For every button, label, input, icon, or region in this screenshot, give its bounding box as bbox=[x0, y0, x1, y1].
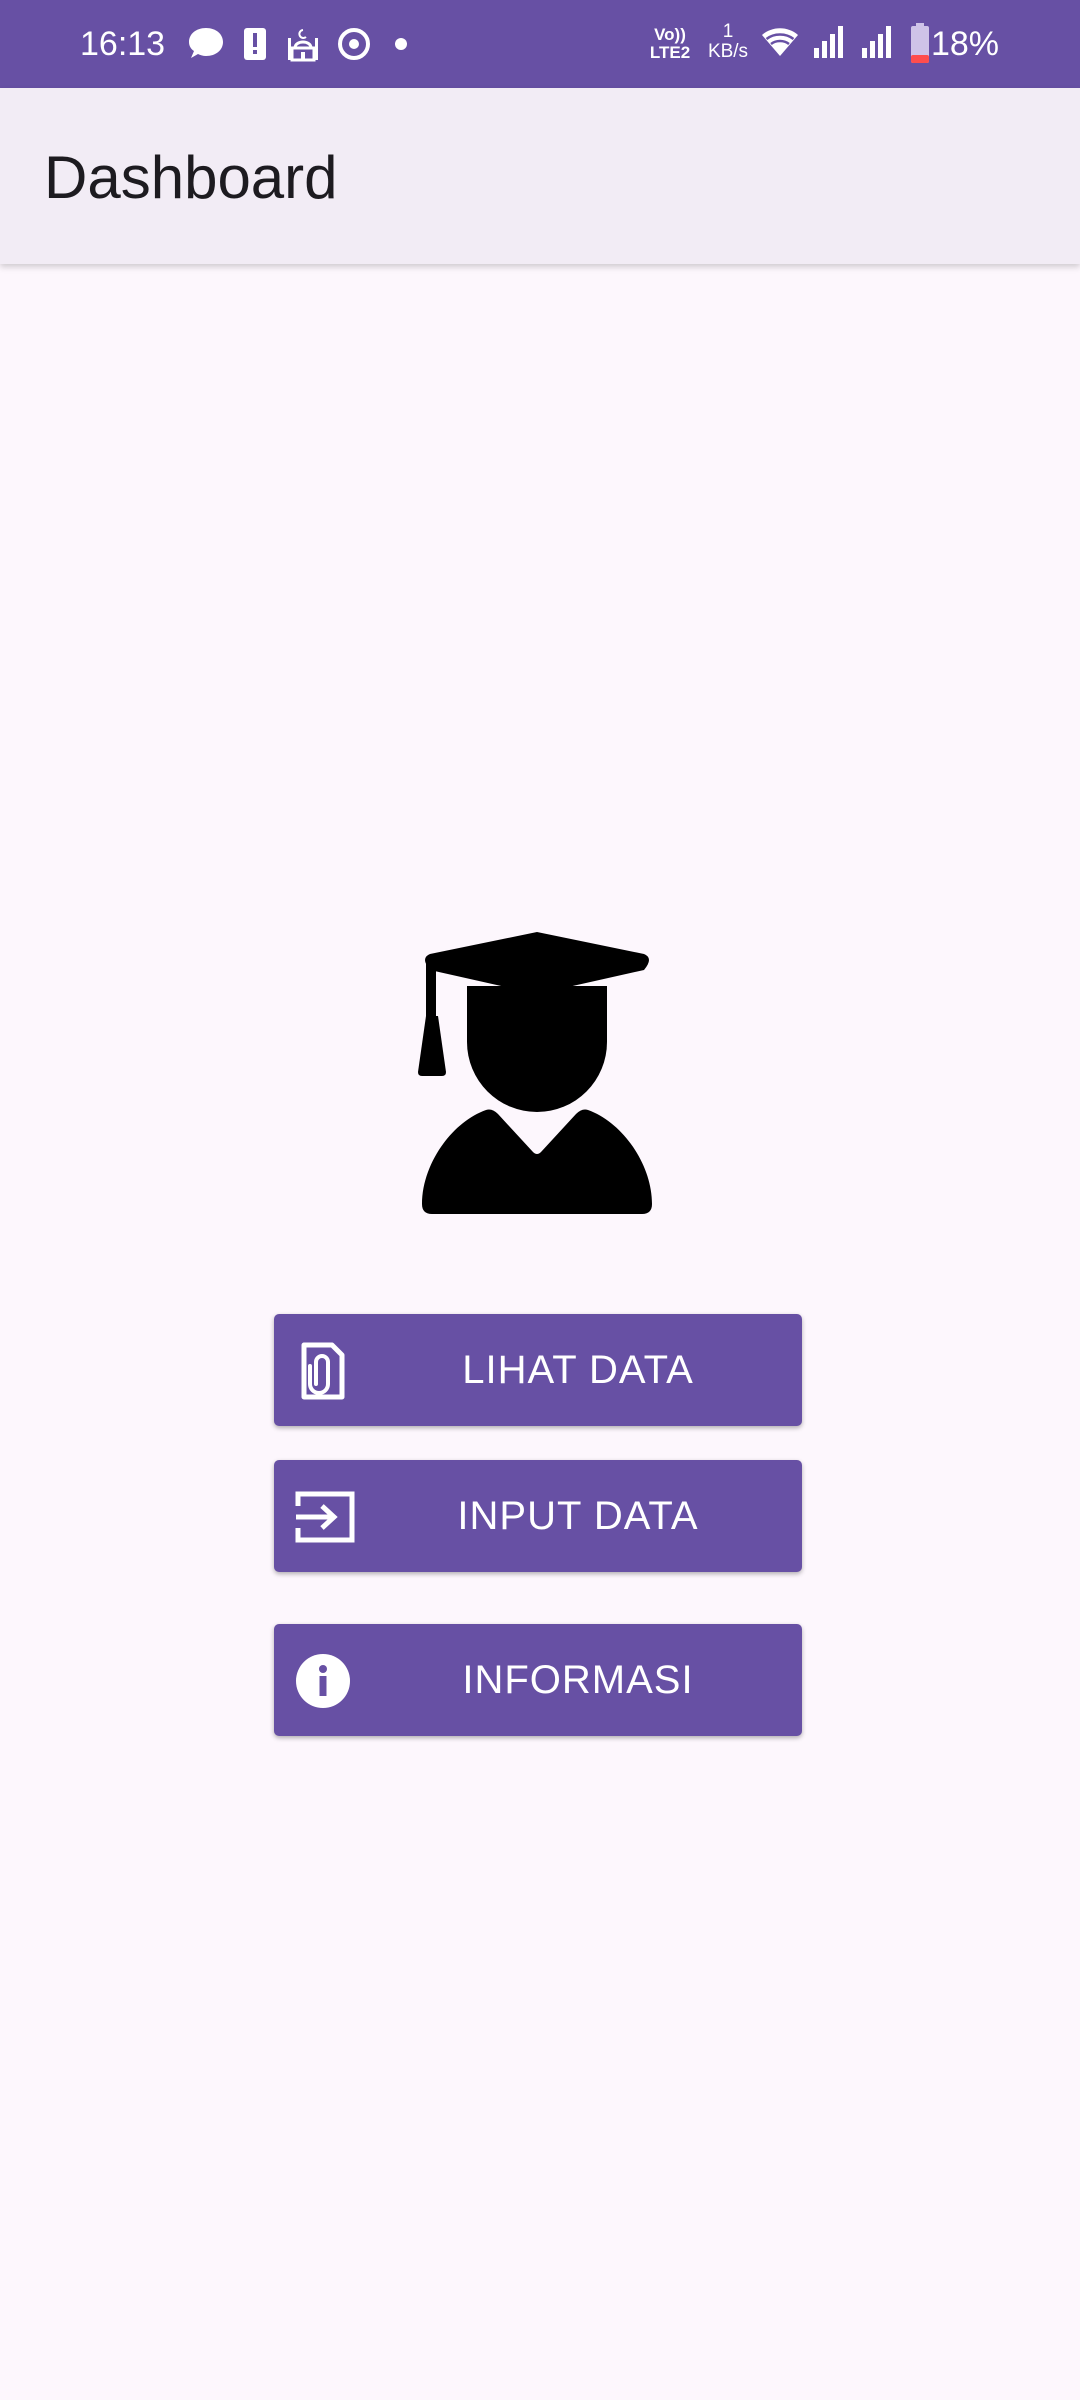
input-data-button[interactable]: INPUT DATA bbox=[274, 1460, 802, 1572]
status-time: 16:13 bbox=[80, 25, 166, 63]
chat-bubble-icon bbox=[186, 24, 226, 69]
network-type-bottom: LTE2 bbox=[649, 43, 691, 62]
wifi-icon bbox=[760, 22, 800, 67]
network-type-top: Vo)) bbox=[654, 25, 686, 44]
input-data-label: INPUT DATA bbox=[457, 1493, 699, 1538]
location-app-icon bbox=[336, 24, 372, 69]
network-type: Vo)) LTE2 bbox=[648, 26, 692, 62]
app-bar: Dashboard bbox=[0, 88, 1080, 264]
network-speed-unit: KB/s bbox=[707, 41, 749, 62]
document-attachment-icon bbox=[294, 1342, 352, 1400]
info-icon bbox=[294, 1652, 352, 1710]
dot-icon bbox=[394, 24, 408, 69]
signal-icon bbox=[860, 24, 894, 65]
alert-icon bbox=[242, 24, 268, 69]
status-system-icons: Vo)) LTE2 1 KB/s 18% bbox=[620, 0, 1080, 88]
battery-percent: 18% bbox=[930, 25, 999, 63]
signal-icon bbox=[812, 24, 846, 65]
network-speed: 1 KB/s bbox=[700, 22, 756, 62]
informasi-button[interactable]: INFORMASI bbox=[274, 1624, 802, 1736]
lihat-data-button[interactable]: LIHAT DATA bbox=[274, 1314, 802, 1426]
battery-icon bbox=[910, 22, 930, 69]
lihat-data-label: LIHAT DATA bbox=[462, 1347, 694, 1392]
mosque-icon bbox=[286, 24, 320, 69]
status-bar: 16:13 Vo)) LTE2 1 KB/s 18% bbox=[0, 0, 1080, 88]
informasi-label: INFORMASI bbox=[462, 1657, 694, 1702]
input-icon bbox=[294, 1488, 355, 1546]
page-title: Dashboard bbox=[44, 144, 338, 211]
graduate-icon bbox=[412, 932, 662, 1214]
network-speed-value: 1 bbox=[722, 21, 734, 42]
